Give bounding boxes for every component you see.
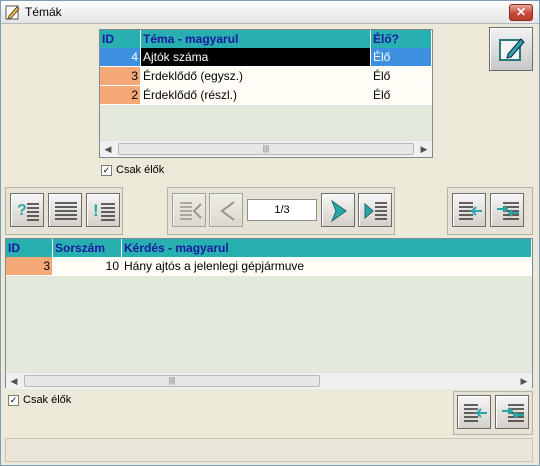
svg-text:?: ? [17, 202, 27, 219]
topics-window: Témák ✕ ID Téma - magyarul Élő? 4 Ajtók … [0, 0, 540, 466]
question-list-icon: ? [17, 202, 39, 221]
import-button[interactable] [452, 193, 486, 227]
questions-only-live-checkbox[interactable]: ✓ Csak élők [8, 394, 71, 406]
close-button[interactable]: ✕ [509, 4, 533, 21]
row-topic-cell[interactable]: Ajtók száma [141, 48, 371, 67]
row-order-cell[interactable]: 10 [53, 257, 122, 276]
row-id-cell[interactable]: 3 [100, 67, 141, 86]
row-live-cell[interactable]: Élő [371, 67, 432, 86]
export-icon [502, 404, 524, 422]
status-bar [5, 438, 533, 462]
import-icon [459, 202, 482, 220]
scroll-left-icon[interactable]: ◀ [100, 141, 116, 157]
column-header-question[interactable]: Kérdés - magyarul [122, 239, 532, 257]
window-title: Témák [25, 5, 62, 19]
first-record-button[interactable] [172, 193, 206, 227]
column-header-live[interactable]: Élő? [371, 30, 432, 48]
alert-list-button[interactable]: ! [86, 193, 120, 227]
table-row[interactable]: 3 10 Hány ajtós a jelenlegi gépjármuve [6, 257, 532, 276]
help-list-button[interactable]: ? [10, 193, 44, 227]
questions-export-button[interactable] [495, 395, 529, 429]
row-id-cell[interactable]: 4 [100, 48, 141, 67]
checkbox-check-icon[interactable]: ✓ [8, 394, 19, 406]
scrollbar-thumb[interactable]: ||| [24, 375, 320, 387]
row-live-cell[interactable]: Élő [371, 86, 432, 105]
column-header-id[interactable]: ID [100, 30, 141, 48]
row-topic-cell[interactable]: Érdeklődő (részl.) [141, 86, 371, 105]
next-record-icon [330, 199, 347, 223]
scrollbar-thumb[interactable]: ||| [118, 143, 414, 155]
topics-grid-header: ID Téma - magyarul Élő? [100, 30, 432, 48]
export-button[interactable] [490, 193, 524, 227]
checkbox-label: Csak élők [116, 164, 165, 176]
topics-grid[interactable]: ID Téma - magyarul Élő? 4 Ajtók száma Él… [99, 29, 433, 158]
edit-button[interactable] [489, 27, 533, 71]
edit-pencil-icon [5, 5, 20, 20]
last-record-icon [364, 202, 387, 220]
export-icon [497, 202, 519, 220]
next-record-button[interactable] [321, 193, 355, 227]
scroll-left-icon[interactable]: ◀ [6, 373, 22, 389]
svg-text:!: ! [93, 201, 99, 220]
title-bar[interactable]: Témák ✕ [1, 1, 539, 24]
table-row[interactable]: 3 Érdeklődő (egysz.) Élő [100, 67, 432, 86]
table-row[interactable]: 4 Ajtók száma Élő [100, 48, 432, 67]
topics-grid-body: 4 Ajtók száma Élő 3 Érdeklődő (egysz.) É… [100, 48, 432, 141]
row-id-cell[interactable]: 3 [6, 257, 53, 276]
questions-grid[interactable]: ID Sorszám Kérdés - magyarul 3 10 Hány a… [5, 238, 533, 389]
import-icon [464, 404, 487, 422]
column-header-topic[interactable]: Téma - magyarul [141, 30, 371, 48]
scroll-right-icon[interactable]: ▶ [516, 373, 532, 389]
previous-record-button[interactable] [209, 193, 243, 227]
column-header-order[interactable]: Sorszám [53, 239, 122, 257]
row-id-cell[interactable]: 2 [100, 86, 141, 105]
scroll-right-icon[interactable]: ▶ [416, 141, 432, 157]
exclamation-list-icon: ! [93, 201, 115, 221]
last-record-button[interactable] [358, 193, 392, 227]
list-button[interactable] [48, 193, 82, 227]
close-icon: ✕ [515, 5, 527, 19]
first-record-icon [180, 202, 202, 220]
list-icon [55, 202, 77, 220]
checkbox-label: Csak élők [23, 394, 72, 406]
questions-horizontal-scrollbar[interactable]: ◀ ||| ▶ [6, 372, 532, 389]
page-counter: 1/3 [247, 199, 317, 221]
row-topic-cell[interactable]: Érdeklődő (egysz.) [141, 67, 371, 86]
row-question-cell[interactable]: Hány ajtós a jelenlegi gépjármuve [122, 257, 532, 276]
questions-import-button[interactable] [457, 395, 491, 429]
topics-only-live-checkbox[interactable]: ✓ Csak élők [101, 164, 164, 176]
row-live-cell[interactable]: Élő [371, 48, 432, 67]
questions-grid-body: 3 10 Hány ajtós a jelenlegi gépjármuve [6, 257, 532, 372]
topics-horizontal-scrollbar[interactable]: ◀ ||| ▶ [100, 140, 432, 157]
edit-document-icon [499, 38, 525, 61]
column-header-id[interactable]: ID [6, 239, 53, 257]
questions-grid-header: ID Sorszám Kérdés - magyarul [6, 239, 532, 257]
table-row[interactable]: 2 Érdeklődő (részl.) Élő [100, 86, 432, 105]
checkbox-check-icon[interactable]: ✓ [101, 164, 112, 176]
previous-record-icon [220, 201, 235, 221]
